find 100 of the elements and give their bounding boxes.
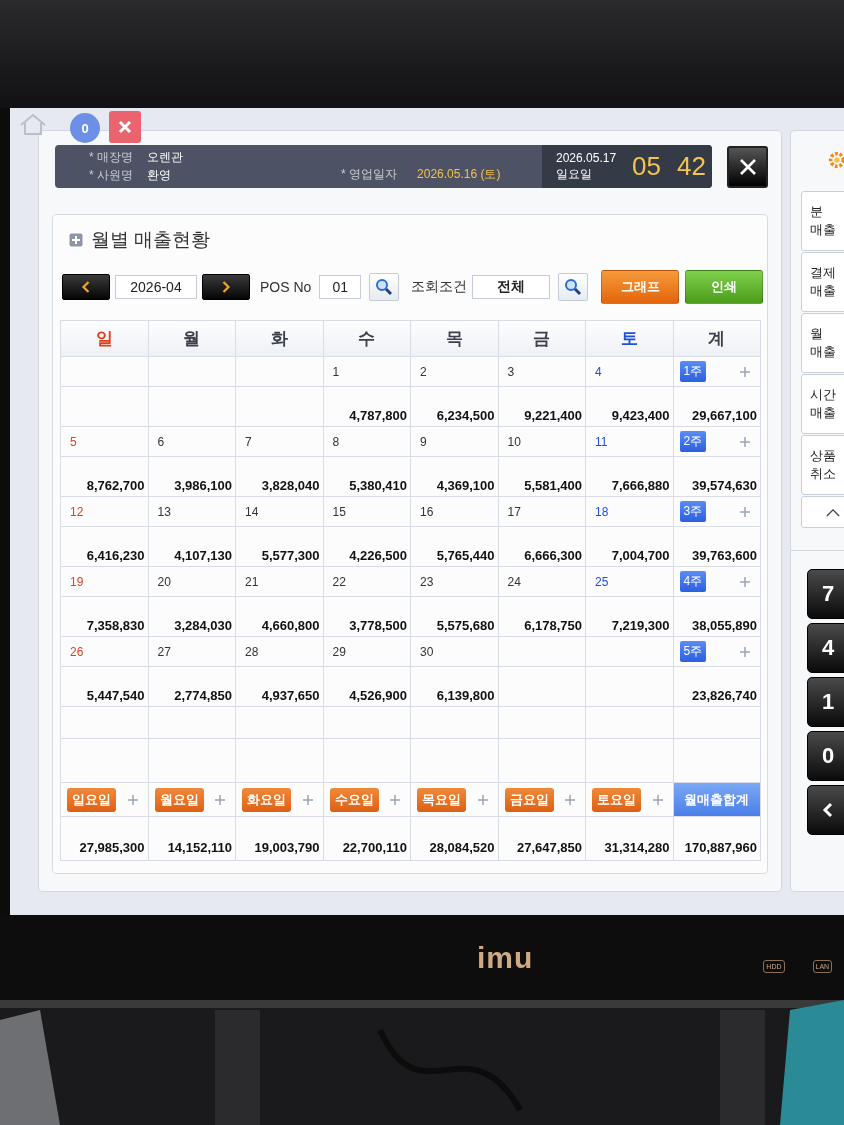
daily-sales: 5,765,440 [436, 548, 495, 563]
weekday-badge[interactable]: 월요일 [154, 787, 204, 812]
plus-icon[interactable] [740, 366, 750, 377]
close-icon [737, 156, 758, 177]
plus-icon[interactable] [565, 794, 575, 805]
weekday-header: 토 [586, 321, 674, 357]
weekly-total: 29,667,100 [691, 408, 757, 423]
report-menu-button[interactable]: 시간 매출 [801, 374, 844, 434]
print-button[interactable]: 인쇄 [685, 270, 764, 304]
close-button[interactable] [727, 145, 768, 188]
plus-icon[interactable] [302, 794, 313, 805]
store-name: 오렌관 [147, 149, 183, 166]
weekday-header: 금 [498, 321, 586, 357]
daily-sales: 4,660,800 [261, 618, 320, 633]
search-icon [564, 278, 583, 296]
current-date: 2026.05.17 [556, 150, 617, 165]
chevron-left-icon [81, 280, 91, 294]
day-number: 10 [507, 434, 521, 449]
staff-name: 환영 [147, 167, 172, 184]
current-weekday: 일요일 [556, 165, 593, 183]
daily-sales: 7,004,700 [611, 548, 670, 563]
search-button[interactable] [558, 273, 589, 301]
daily-sales: 7,666,880 [611, 478, 670, 493]
plus-icon[interactable] [740, 436, 750, 447]
week-badge[interactable]: 3주 [679, 501, 707, 522]
weekday-badge[interactable]: 일요일 [67, 787, 116, 812]
day-number: 4 [595, 364, 602, 379]
report-menu-button[interactable]: 결제 매출 [801, 252, 844, 312]
number-key[interactable]: 7 [807, 569, 844, 619]
week-badge[interactable]: 2주 [679, 431, 707, 452]
daily-sales: 5,577,300 [261, 548, 320, 563]
daily-sales: 2,774,850 [174, 688, 232, 703]
day-number: 28 [245, 644, 259, 659]
week-badge[interactable]: 1주 [679, 361, 707, 382]
day-number: 20 [157, 574, 171, 589]
daily-sales: 4,107,130 [174, 548, 232, 563]
report-menu-button[interactable]: 상품 취소 [801, 435, 844, 495]
pos-field[interactable]: 01 [319, 275, 362, 299]
staff-label: * 사원명 [89, 167, 133, 184]
day-number: 21 [245, 574, 259, 589]
week-badge[interactable]: 4주 [679, 571, 707, 592]
daily-sales: 6,416,230 [86, 548, 145, 563]
number-key[interactable]: 1 [807, 677, 844, 727]
number-key[interactable]: 4 [807, 623, 844, 673]
search-button[interactable] [369, 273, 400, 301]
clock-minute: 42 [677, 151, 706, 182]
daily-sales: 3,778,500 [349, 618, 407, 633]
total-header: 계 [673, 321, 761, 357]
day-number: 23 [420, 574, 434, 589]
number-key[interactable]: 0 [807, 731, 844, 781]
daily-sales: 4,787,800 [349, 408, 407, 423]
weekly-total: 39,763,600 [691, 548, 757, 563]
day-number: 17 [507, 504, 521, 519]
day-number: 27 [157, 644, 171, 659]
daily-sales: 7,358,830 [86, 618, 145, 633]
day-number: 16 [420, 504, 434, 519]
previous-month-button[interactable] [62, 274, 110, 300]
day-number: 3 [507, 364, 515, 379]
filter-field[interactable]: 전체 [472, 275, 551, 299]
next-month-button[interactable] [202, 274, 250, 300]
day-number: 13 [157, 504, 171, 519]
home-icon[interactable] [18, 112, 48, 136]
plus-icon[interactable] [127, 794, 138, 805]
close-icon [117, 119, 133, 135]
filter-label: 조회조건 [411, 278, 468, 296]
weekday-badge[interactable]: 목요일 [417, 787, 466, 812]
weekday-badge[interactable]: 금요일 [504, 787, 554, 812]
daily-sales: 9,423,400 [611, 408, 670, 423]
weekday-header: 월 [148, 321, 236, 357]
report-menu-button[interactable]: 월 매출 [801, 313, 844, 373]
weekday-badge[interactable]: 화요일 [242, 787, 291, 812]
month-total: 170,887,960 [684, 840, 757, 855]
plus-icon[interactable] [477, 794, 488, 805]
expand-icon [69, 233, 83, 247]
daily-sales: 4,526,900 [349, 688, 407, 703]
day-number: 1 [332, 364, 340, 379]
day-number: 6 [157, 434, 165, 449]
weekday-total: 14,152,110 [167, 840, 232, 855]
week-badge[interactable]: 5주 [679, 641, 707, 662]
day-number: 29 [332, 644, 346, 659]
plus-icon[interactable] [740, 576, 750, 587]
plus-icon[interactable] [215, 794, 225, 805]
daily-sales: 4,369,100 [436, 478, 495, 493]
panel-title: 월별 매출현황 [91, 228, 211, 252]
chevron-up-icon [826, 507, 840, 517]
daily-sales: 6,666,300 [524, 548, 582, 563]
plus-icon[interactable] [740, 506, 750, 517]
plus-icon[interactable] [390, 794, 400, 805]
day-number: 7 [245, 434, 252, 449]
plus-icon[interactable] [740, 646, 750, 657]
daily-sales: 9,221,400 [524, 408, 582, 423]
day-number: 8 [332, 434, 340, 449]
day-number: 2 [420, 364, 427, 379]
plus-icon[interactable] [652, 794, 663, 805]
report-menu-button[interactable]: 분 매출 [801, 191, 844, 251]
graph-button[interactable]: 그래프 [601, 270, 680, 304]
weekday-badge[interactable]: 수요일 [329, 787, 379, 812]
month-field[interactable]: 2026-04 [115, 275, 197, 299]
day-number: 26 [70, 644, 84, 659]
weekday-badge[interactable]: 토요일 [592, 787, 641, 812]
